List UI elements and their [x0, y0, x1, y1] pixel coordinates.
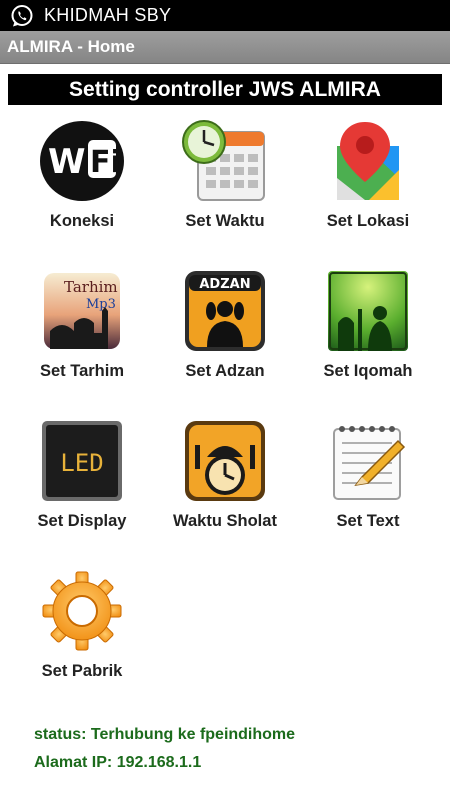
- menu-label: Set Pabrik: [41, 662, 123, 680]
- adzan-text: ADZAN: [199, 277, 250, 292]
- ip-address: Alamat IP: 192.168.1.1: [34, 754, 202, 771]
- tarhim-text: Tarhim: [64, 278, 118, 296]
- menu-set-adzan-button[interactable]: ADZAN Set Adzan: [151, 268, 299, 388]
- app-action-bar: ALMIRA - Home: [0, 31, 450, 64]
- notepad-pencil-icon: [324, 418, 412, 504]
- notification-text: KHIDMAH SBY: [44, 5, 172, 25]
- menu-label: Set Tarhim: [39, 362, 125, 380]
- menu-set-pabrik-button[interactable]: Set Pabrik: [8, 568, 156, 688]
- menu-label: Set Lokasi: [326, 212, 410, 230]
- connection-status: status: Terhubung ke fpeindihome: [34, 726, 296, 743]
- menu-label: Set Waktu: [185, 212, 265, 230]
- mp3-text: Mp3: [86, 297, 116, 312]
- adzan-icon: ADZAN: [181, 268, 269, 354]
- menu-set-lokasi-button[interactable]: Set Lokasi: [294, 118, 442, 238]
- page-title: ALMIRA - Home: [7, 37, 135, 56]
- menu-set-text-button[interactable]: Set Text: [294, 418, 442, 538]
- wifi-icon: Wi Fi: [38, 118, 126, 204]
- menu-set-display-button[interactable]: LED Set Display: [8, 418, 156, 538]
- svg-text:Fi: Fi: [90, 145, 121, 180]
- menu-label: Koneksi: [49, 212, 115, 230]
- settings-banner: Setting controller JWS ALMIRA: [8, 74, 442, 105]
- whatsapp-icon: [9, 3, 35, 29]
- menu-set-iqomah-button[interactable]: Set Iqomah: [294, 268, 442, 388]
- map-pin-icon: [324, 118, 412, 204]
- menu-set-tarhim-button[interactable]: Tarhim Mp3 Set Tarhim: [8, 268, 156, 388]
- calendar-clock-icon: [181, 118, 269, 204]
- gear-icon: [38, 568, 126, 654]
- led-display-icon: LED: [38, 418, 126, 504]
- menu-label: Set Display: [37, 512, 127, 530]
- mosque-clock-icon: [181, 418, 269, 504]
- menu-label: Set Text: [336, 512, 400, 530]
- menu-label: Set Iqomah: [323, 362, 413, 380]
- menu-waktu-sholat-button[interactable]: Waktu Sholat: [151, 418, 299, 538]
- menu-label: Set Adzan: [185, 362, 265, 380]
- menu-set-waktu-button[interactable]: Set Waktu: [151, 118, 299, 238]
- menu-koneksi-button[interactable]: Wi Fi Koneksi: [8, 118, 156, 238]
- led-text: LED: [60, 449, 103, 477]
- tarhim-mp3-icon: Tarhim Mp3: [38, 268, 126, 354]
- system-status-bar: KHIDMAH SBY: [0, 0, 450, 31]
- mosque-prayer-icon: [324, 268, 412, 354]
- menu-label: Waktu Sholat: [173, 512, 277, 530]
